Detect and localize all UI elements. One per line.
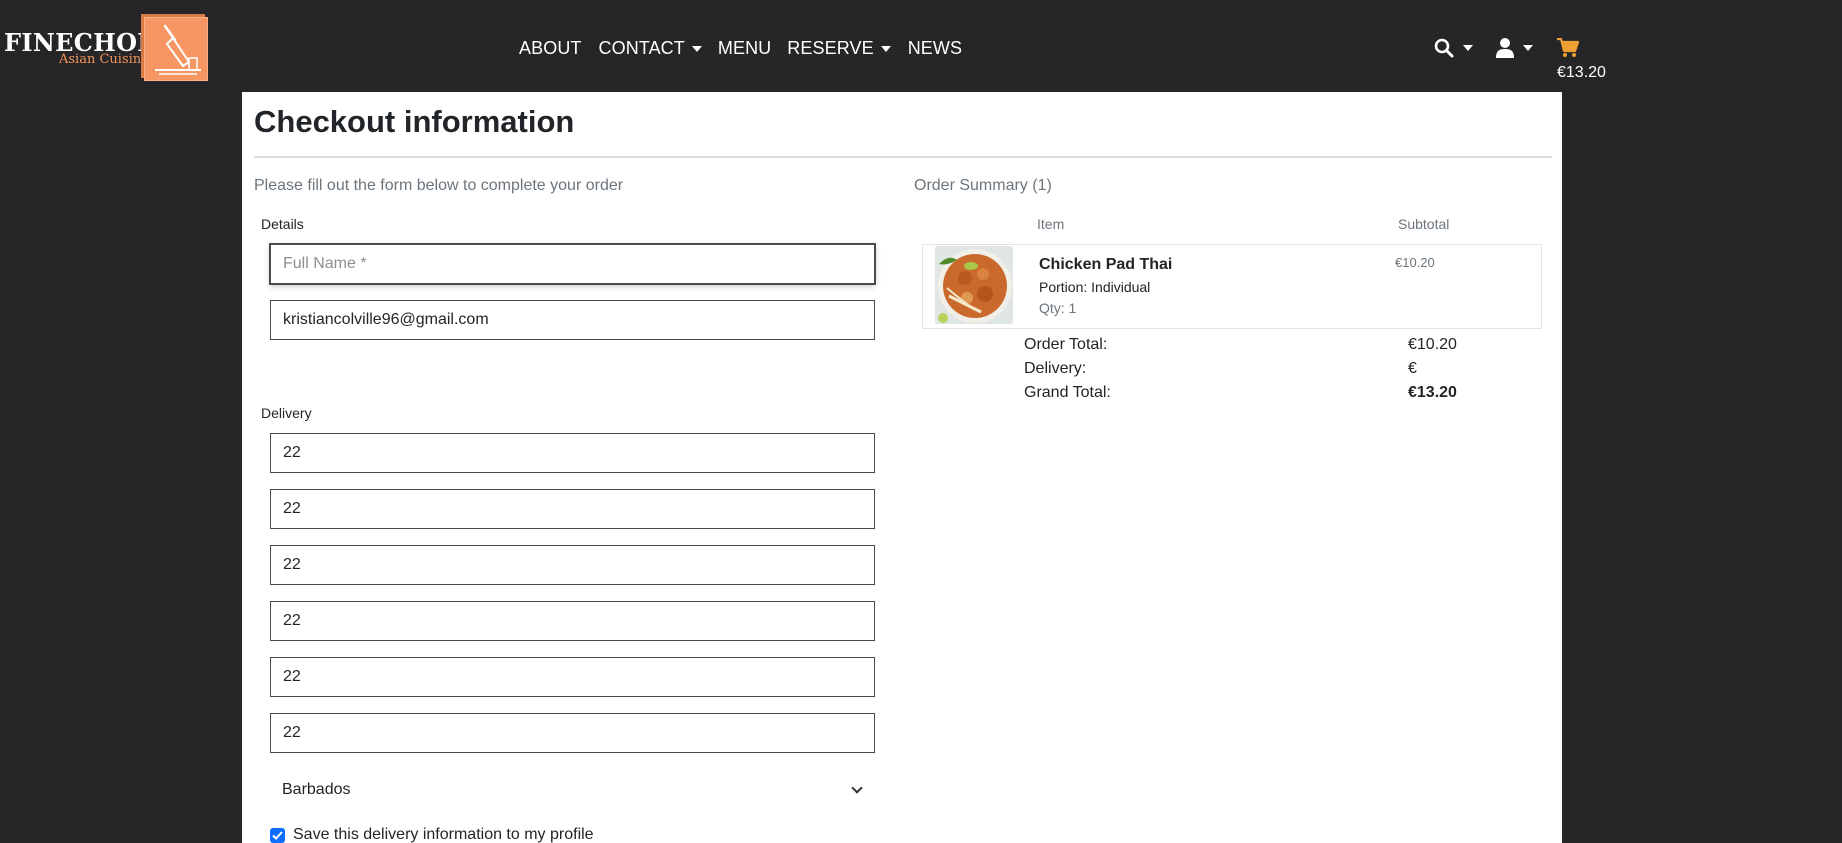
brand-logo[interactable]: FINECHOP Asian Cuisine [4,14,208,81]
checkout-panel: Checkout information Please fill out the… [242,92,1562,843]
save-info-checkbox[interactable] [270,827,285,843]
nav-reserve-label: RESERVE [787,38,874,58]
column-subtotal: Subtotal [1398,216,1450,232]
nav-menu[interactable]: MENU [718,38,771,59]
form-intro: Please fill out the form below to comple… [254,177,624,194]
chevron-down-icon [1463,45,1474,51]
search-icon [1434,38,1454,58]
main-nav: ABOUT CONTACT MENU RESERVE NEWS [519,38,962,59]
nav-reserve[interactable]: RESERVE [787,38,891,59]
cleaver-logo-icon [144,17,208,81]
cart-icon [1557,37,1580,57]
country-select-value: Barbados [282,781,351,798]
nav-news[interactable]: NEWS [908,38,962,59]
brand-tagline: Asian Cuisine [59,52,149,67]
product-image [935,246,1013,324]
page-title: Checkout information [254,104,575,139]
order-item: Chicken Pad Thai Portion: Individual Qty… [922,244,1542,329]
item-name: Chicken Pad Thai [1039,256,1173,273]
nav-about-label: ABOUT [519,38,582,58]
item-quantity: Qty: 1 [1039,300,1077,316]
grand-total-value: €13.20 [1408,384,1457,401]
account-dropdown[interactable] [1496,38,1534,58]
nav-news-label: NEWS [907,38,963,58]
nav-contact[interactable]: CONTACT [599,38,702,59]
item-subtotal: €10.20 [1395,255,1435,270]
country-select[interactable]: Barbados [270,770,875,810]
town-city-field[interactable] [270,601,875,641]
order-total-label: Order Total: [1024,336,1108,353]
phone-number-field[interactable] [270,433,875,473]
cart-total[interactable]: €13.20 [1557,64,1606,82]
search-dropdown[interactable] [1434,38,1474,58]
county-field[interactable] [270,657,875,697]
postcode-field[interactable] [270,713,875,753]
cart-link[interactable] [1557,37,1580,63]
save-info-row[interactable]: Save this delivery information to my pro… [270,826,594,843]
street-address-1-field[interactable] [270,489,875,529]
nav-contact-label: CONTACT [598,38,685,58]
order-total-value: €10.20 [1408,336,1457,353]
full-name-field[interactable] [270,244,875,284]
details-label: Details [261,216,304,232]
item-portion: Portion: Individual [1039,279,1151,295]
order-summary-title: Order Summary (1) [914,177,1052,194]
email-field[interactable] [270,300,875,340]
check-icon [272,830,283,840]
user-icon [1496,38,1514,58]
chevron-down-icon [851,782,863,794]
nav-about[interactable]: ABOUT [519,38,582,59]
divider [254,156,1552,158]
save-info-label: Save this delivery information to my pro… [293,826,594,843]
chevron-down-icon [691,45,702,52]
navbar: FINECHOP Asian Cuisine ABOUT CONTACT MEN… [0,0,1842,92]
grand-total-label: Grand Total: [1024,384,1111,401]
column-item: Item [1037,216,1065,232]
delivery-cost-label: Delivery: [1024,360,1087,377]
chevron-down-icon [880,45,891,52]
street-address-2-field[interactable] [270,545,875,585]
chevron-down-icon [1523,45,1534,51]
delivery-cost-value: € [1408,360,1417,377]
nav-menu-label: MENU [717,38,772,58]
delivery-label: Delivery [261,405,312,421]
